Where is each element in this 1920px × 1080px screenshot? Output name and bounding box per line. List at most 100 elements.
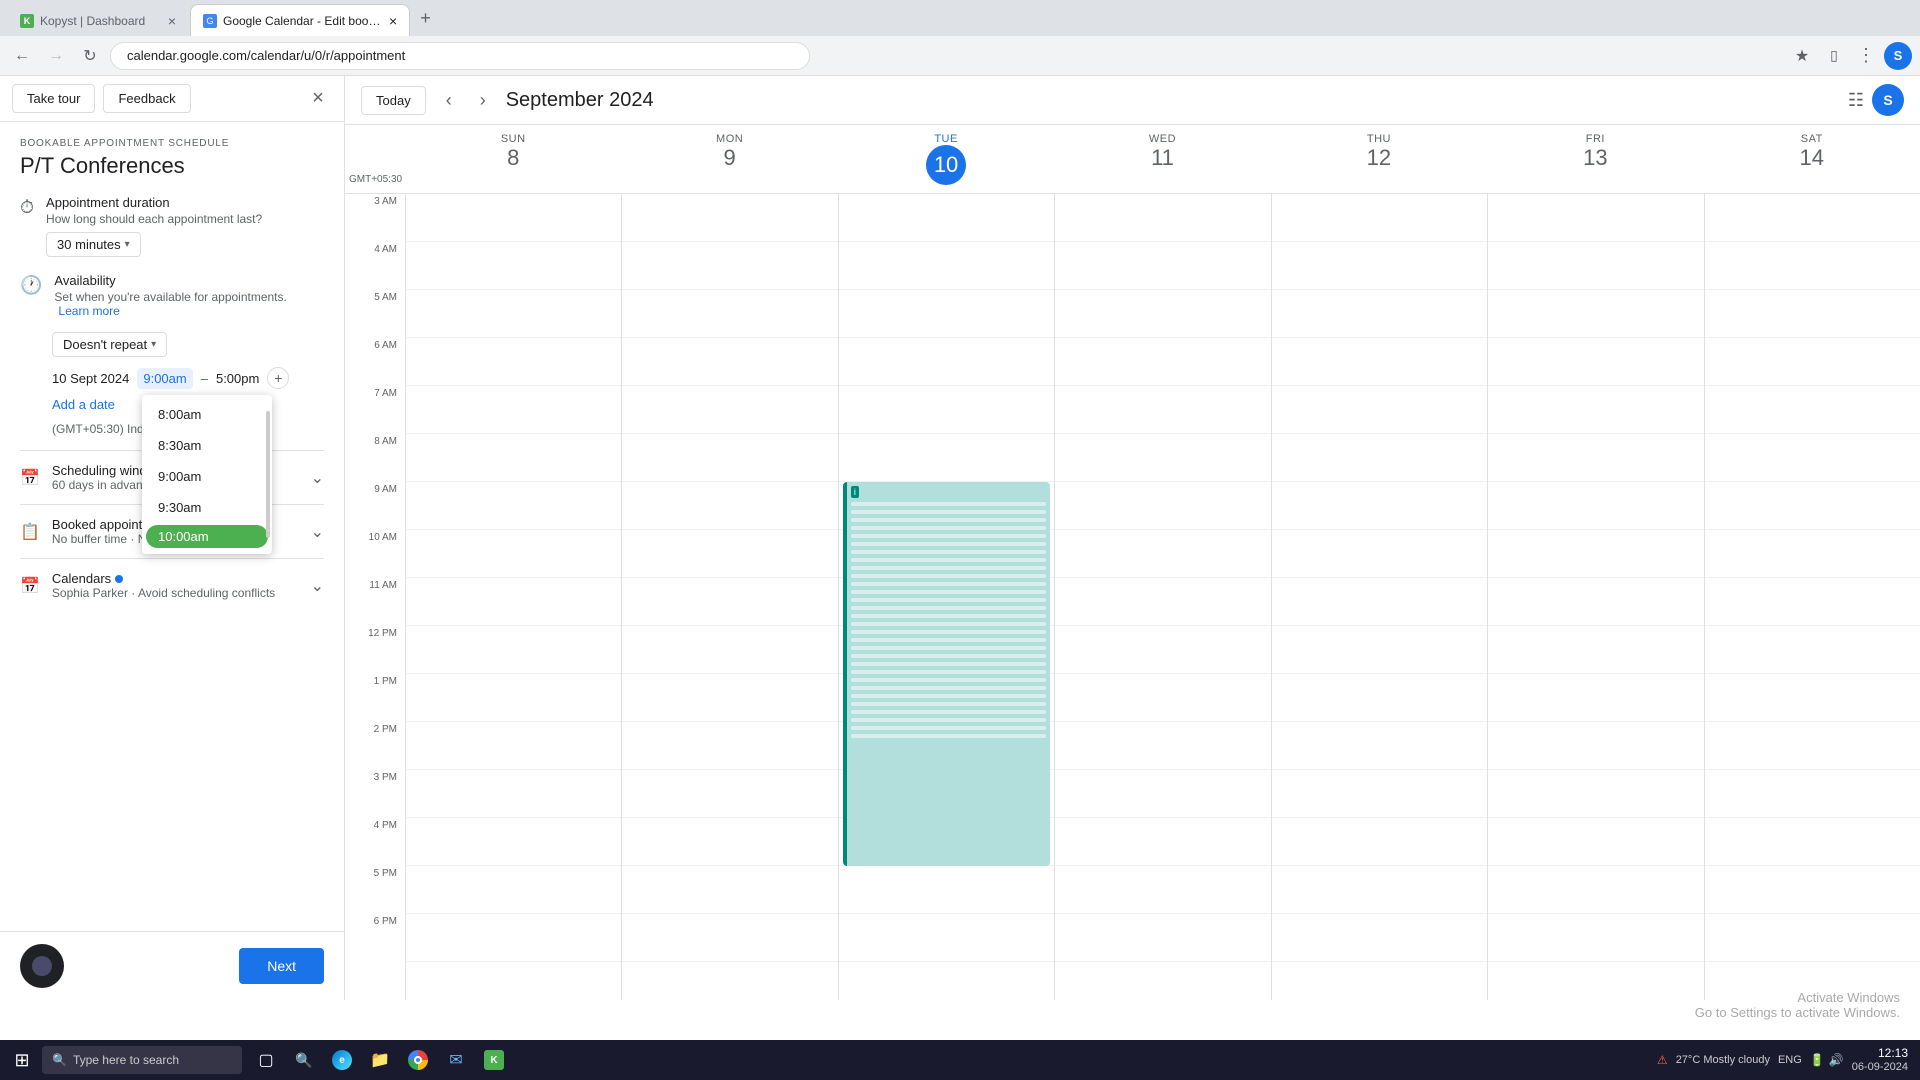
- appointment-block[interactable]: i: [843, 482, 1050, 866]
- tab-close-kopyst[interactable]: ×: [168, 13, 176, 29]
- time-11am: 11 AM: [369, 580, 397, 591]
- time-5am: 5 AM: [374, 292, 397, 303]
- col-sun: [405, 194, 621, 1000]
- address-bar[interactable]: calendar.google.com/calendar/u/0/r/appoi…: [110, 42, 810, 70]
- time-4pm: 4 PM: [374, 820, 397, 831]
- tab-icon-gcal: G: [203, 14, 217, 28]
- time-12pm: 12 PM: [368, 628, 397, 639]
- tab-gcal[interactable]: G Google Calendar - Edit bookal... ×: [190, 4, 410, 36]
- time-3am: 3 AM: [374, 196, 397, 207]
- duration-dropdown[interactable]: 30 minutes ▾: [46, 232, 141, 257]
- today-button[interactable]: Today: [361, 86, 426, 115]
- scheduling-chevron: ⌄: [311, 468, 324, 488]
- thu-name: THU: [1271, 133, 1487, 145]
- taskbar-time: 12:13: [1852, 1046, 1908, 1060]
- learn-more-link[interactable]: Learn more: [58, 304, 119, 318]
- back-button[interactable]: ←: [8, 42, 36, 70]
- fri-num: 13: [1487, 145, 1703, 171]
- calendar-profile-avatar[interactable]: S: [1872, 84, 1904, 116]
- sun-num: 8: [405, 145, 621, 171]
- availability-subtitle: Set when you're available for appointmen…: [54, 290, 324, 318]
- taskbar-app-mail[interactable]: ✉: [438, 1042, 474, 1078]
- gmt-label: GMT+05:30: [345, 125, 405, 193]
- browser-toolbar: ← → ↻ calendar.google.com/calendar/u/0/r…: [0, 36, 1920, 76]
- time-6am: 6 AM: [374, 340, 397, 351]
- time-5pm: 5 PM: [374, 868, 397, 879]
- repeat-dropdown[interactable]: Doesn't repeat ▾: [52, 332, 167, 357]
- repeat-row: Doesn't repeat ▾: [52, 332, 324, 357]
- calendar-body: 3 AM 4 AM 5 AM 6 AM 7 AM 8 AM 9 AM 10 AM…: [345, 194, 1920, 1000]
- taskbar-right: ⚠ 27°C Mostly cloudy ENG 🔋 🔊 12:13 06-09…: [1657, 1046, 1916, 1074]
- calendar-header-right: ☷ S: [1848, 84, 1904, 116]
- col-fri: [1487, 194, 1703, 1000]
- calendars-body: Calendars Sophia Parker · Avoid scheduli…: [52, 571, 299, 600]
- calendars-header[interactable]: 📅 Calendars Sophia Parker · Avoid schedu…: [20, 559, 324, 612]
- taskbar-search-label: Type here to search: [73, 1053, 179, 1067]
- availability-body: Availability Set when you're available f…: [54, 273, 324, 324]
- bookmark-star-icon[interactable]: ★: [1788, 42, 1816, 70]
- tab-title-kopyst: Kopyst | Dashboard: [40, 14, 145, 28]
- taskbar-app-edge[interactable]: e: [324, 1042, 360, 1078]
- new-tab-button[interactable]: +: [412, 4, 439, 33]
- taskbar: ⊞ 🔍 Type here to search ▢ 🔍 e 📁 ✉ K ⚠ 27…: [0, 1040, 1920, 1080]
- calendar-icon: 📅: [20, 576, 40, 596]
- time-2pm: 2 PM: [374, 724, 397, 735]
- profile-avatar[interactable]: S: [1884, 42, 1912, 70]
- tab-bar: K Kopyst | Dashboard × G Google Calendar…: [8, 0, 439, 36]
- calendar-dot: [115, 575, 123, 583]
- add-time-button[interactable]: +: [267, 367, 289, 389]
- calendar-month-year: September 2024: [506, 89, 654, 112]
- repeat-label: Doesn't repeat: [63, 337, 147, 352]
- taskbar-start-button[interactable]: ⊞: [4, 1042, 40, 1078]
- thu-num: 12: [1271, 145, 1487, 171]
- time-option-900[interactable]: 9:00am: [142, 461, 272, 492]
- take-tour-button[interactable]: Take tour: [12, 84, 95, 113]
- more-tools-icon[interactable]: ⋮: [1852, 42, 1880, 70]
- cal-day-sun: SUN 8: [405, 125, 621, 193]
- dark-circle-icon: [32, 956, 52, 976]
- taskbar-app-windows[interactable]: ▢: [248, 1042, 284, 1078]
- availability-section: 🕐 Availability Set when you're available…: [20, 273, 324, 324]
- taskbar-app-kopyst[interactable]: K: [476, 1042, 512, 1078]
- date-row: 10 10 Sept 2024 9:00am – 5:00pm + 8:00am…: [52, 367, 324, 389]
- taskbar-search-box[interactable]: 🔍 Type here to search: [42, 1046, 242, 1074]
- calendar-header: Today ‹ › September 2024 ☷ S: [345, 76, 1920, 125]
- extensions-icon[interactable]: ▯: [1820, 42, 1848, 70]
- time-option-830[interactable]: 8:30am: [142, 430, 272, 461]
- next-month-button[interactable]: ›: [472, 86, 494, 115]
- sat-name: SAT: [1704, 133, 1920, 145]
- panel-title: P/T Conferences: [20, 153, 324, 179]
- tab-close-gcal[interactable]: ×: [389, 13, 397, 29]
- time-option-930[interactable]: 9:30am: [142, 492, 272, 523]
- feedback-button[interactable]: Feedback: [103, 84, 190, 113]
- taskbar-app-files[interactable]: 📁: [362, 1042, 398, 1078]
- duration-title: Appointment duration: [46, 195, 324, 210]
- availability-title: Availability: [54, 273, 324, 288]
- time-dash: –: [201, 371, 208, 386]
- fri-name: FRI: [1487, 133, 1703, 145]
- dropdown-scrollbar: [266, 411, 270, 538]
- time-option-800[interactable]: 8:00am: [142, 399, 272, 430]
- sat-num: 14: [1704, 145, 1920, 171]
- cal-day-fri: FRI 13: [1487, 125, 1703, 193]
- date-text: 10 Sept 2024: [52, 371, 129, 386]
- forward-button[interactable]: →: [42, 42, 70, 70]
- taskbar-system-icons: 🔋 🔊: [1810, 1053, 1844, 1067]
- dark-circle-button[interactable]: [20, 944, 64, 988]
- cal-day-tue[interactable]: TUE 10: [838, 125, 1054, 193]
- tab-title-gcal: Google Calendar - Edit bookal...: [223, 14, 383, 28]
- tab-kopyst[interactable]: K Kopyst | Dashboard ×: [8, 6, 188, 36]
- next-button[interactable]: Next: [239, 948, 324, 984]
- taskbar-app-chrome[interactable]: [400, 1042, 436, 1078]
- reload-button[interactable]: ↻: [76, 42, 104, 70]
- start-time-input[interactable]: 9:00am: [137, 368, 192, 389]
- time-option-1000[interactable]: 10:00am: [146, 525, 268, 548]
- close-panel-button[interactable]: ×: [304, 85, 332, 113]
- taskbar-app-search[interactable]: 🔍: [286, 1042, 322, 1078]
- duration-subtitle: How long should each appointment last?: [46, 212, 324, 226]
- grid-view-icon[interactable]: ☷: [1848, 90, 1864, 111]
- cal-day-mon: MON 9: [621, 125, 837, 193]
- prev-month-button[interactable]: ‹: [438, 86, 460, 115]
- appointment-stripes: [851, 502, 1046, 738]
- mon-name: MON: [621, 133, 837, 145]
